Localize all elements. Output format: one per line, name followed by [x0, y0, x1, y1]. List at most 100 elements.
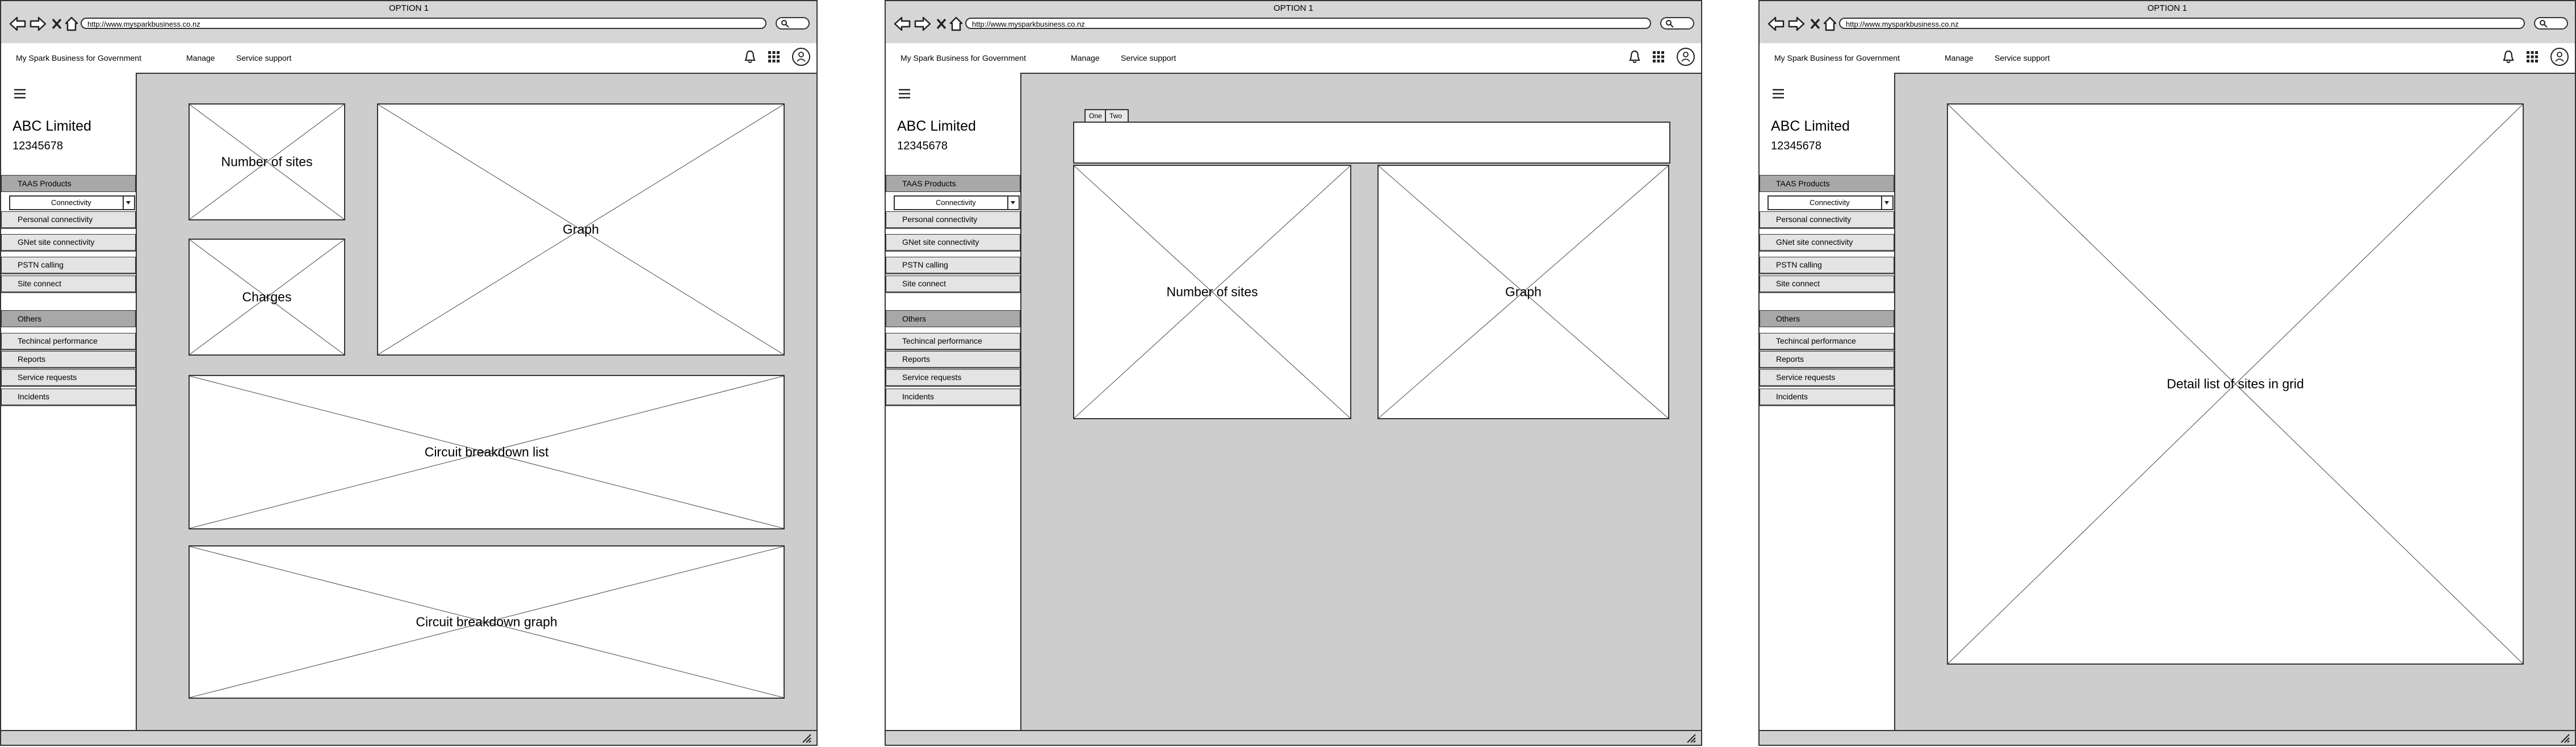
stop-button[interactable] [936, 12, 947, 35]
nav-manage[interactable]: Manage [186, 53, 215, 62]
number-of-sites-placeholder: Number of sites [1073, 165, 1351, 419]
back-arrow-icon [1767, 16, 1785, 31]
sidebar-item-site-connect[interactable]: Site connect [886, 276, 1020, 293]
sidebar-item-site-connect[interactable]: Site connect [1, 276, 136, 293]
notifications-button[interactable] [1628, 49, 1641, 67]
home-button[interactable] [1823, 12, 1837, 35]
resize-grip-icon[interactable] [801, 733, 812, 744]
product-dropdown[interactable]: Connectivity [1767, 195, 1894, 210]
sidebar-item-pstn-calling[interactable]: PSTN calling [1760, 257, 1894, 274]
others-heading: Others [1760, 310, 1894, 327]
sidebar-item-personal-connectivity[interactable]: Personal connectivity [1, 211, 136, 229]
menu-icon [899, 89, 910, 99]
sidebar-item-service-requests[interactable]: Service requests [1, 369, 136, 387]
dropdown-arrow[interactable] [1881, 197, 1892, 209]
url-input[interactable]: http://www.mysparkbusiness.co.nz [81, 18, 766, 29]
placeholder-label: Detail list of sites in grid [2167, 376, 2304, 391]
stop-button[interactable] [51, 12, 62, 35]
sidebar-item-personal-connectivity[interactable]: Personal connectivity [1760, 211, 1894, 229]
home-button[interactable] [949, 12, 963, 35]
sidebar-item-pstn-calling[interactable]: PSTN calling [886, 257, 1020, 274]
brand-link[interactable]: My Spark Business for Government [16, 53, 141, 62]
back-arrow-icon [9, 16, 26, 31]
product-dropdown[interactable]: Connectivity [894, 195, 1020, 210]
nav-manage[interactable]: Manage [1071, 53, 1100, 62]
menu-button[interactable] [1772, 89, 1785, 102]
back-button[interactable] [9, 12, 26, 35]
forward-button[interactable] [914, 12, 931, 35]
sidebar-item-incidents[interactable]: Incidents [1, 389, 136, 406]
home-icon [65, 16, 78, 31]
dropdown-arrow[interactable] [1007, 197, 1019, 209]
sidebar-item-reports[interactable]: Reports [886, 351, 1020, 369]
sidebar-item-service-requests[interactable]: Service requests [1760, 369, 1894, 387]
forward-button[interactable] [30, 12, 47, 35]
brand-link[interactable]: My Spark Business for Government [1774, 53, 1900, 62]
url-input[interactable]: http://www.mysparkbusiness.co.nz [965, 18, 1651, 29]
others-heading: Others [886, 310, 1020, 327]
placeholder-label: Charges [242, 289, 292, 304]
sidebar-item-incidents[interactable]: Incidents [1760, 389, 1894, 406]
resize-grip-icon[interactable] [1685, 733, 1697, 744]
notifications-button[interactable] [744, 49, 756, 67]
back-button[interactable] [894, 12, 911, 35]
dropdown-arrow[interactable] [123, 197, 134, 209]
sidebar-item-gnet-site-connectivity[interactable]: GNet site connectivity [1, 234, 136, 252]
stop-button[interactable] [1810, 12, 1821, 35]
sidebar-item-technical-performance[interactable]: Techincal performance [1760, 333, 1894, 350]
search-button[interactable] [2534, 17, 2568, 30]
forward-button[interactable] [1788, 12, 1805, 35]
home-button[interactable] [65, 12, 78, 35]
sidebar-item-gnet-site-connectivity[interactable]: GNet site connectivity [1760, 234, 1894, 252]
detail-list-of-sites-placeholder: Detail list of sites in grid [1947, 103, 2524, 665]
search-button[interactable] [1660, 17, 1694, 30]
sidebar-item-gnet-site-connectivity[interactable]: GNet site connectivity [886, 234, 1020, 252]
sidebar-item-reports[interactable]: Reports [1, 351, 136, 369]
search-button[interactable] [776, 17, 810, 30]
sidebar-item-personal-connectivity[interactable]: Personal connectivity [886, 211, 1020, 229]
grid-icon [768, 51, 780, 62]
apps-button[interactable] [1652, 51, 1665, 66]
sidebar: ABC Limited 12345678 TAAS Products Conne… [886, 73, 1021, 731]
sidebar-item-technical-performance[interactable]: Techincal performance [886, 333, 1020, 350]
resize-grip-icon[interactable] [2559, 733, 2570, 744]
apps-button[interactable] [2526, 51, 2539, 66]
nav-service-support[interactable]: Service support [236, 53, 291, 62]
notifications-button[interactable] [2502, 49, 2515, 67]
top-navigation: My Spark Business for Government Manage … [1760, 43, 2575, 74]
url-input[interactable]: http://www.mysparkbusiness.co.nz [1839, 18, 2525, 29]
placeholder-label: Circuit breakdown graph [416, 614, 558, 629]
number-of-sites-placeholder: Number of sites [189, 103, 345, 220]
menu-button[interactable] [14, 89, 26, 102]
tab-one[interactable]: One [1084, 109, 1106, 122]
account-number: 12345678 [1771, 140, 1821, 152]
back-button[interactable] [1767, 12, 1785, 35]
nav-manage[interactable]: Manage [1945, 53, 1974, 62]
grid-icon [2527, 51, 2538, 62]
sidebar-item-service-requests[interactable]: Service requests [886, 369, 1020, 387]
header-icons [1628, 47, 1695, 69]
profile-button[interactable] [791, 47, 811, 69]
apps-button[interactable] [768, 51, 780, 66]
company-name: ABC Limited [897, 118, 976, 134]
status-bar [886, 730, 1701, 745]
chevron-down-icon [126, 201, 131, 205]
graph-placeholder: Graph [1377, 165, 1669, 419]
sidebar-item-pstn-calling[interactable]: PSTN calling [1, 257, 136, 274]
nav-service-support[interactable]: Service support [1121, 53, 1176, 62]
brand-link[interactable]: My Spark Business for Government [900, 53, 1026, 62]
menu-button[interactable] [898, 89, 911, 102]
window-title: OPTION 1 [388, 3, 429, 13]
sidebar-item-incidents[interactable]: Incidents [886, 389, 1020, 406]
product-dropdown[interactable]: Connectivity [9, 195, 135, 210]
sidebar-item-site-connect[interactable]: Site connect [1760, 276, 1894, 293]
tab-two[interactable]: Two [1105, 109, 1129, 122]
nav-service-support[interactable]: Service support [1995, 53, 2050, 62]
sidebar: ABC Limited 12345678 TAAS Products Conne… [1760, 73, 1895, 731]
sidebar-item-reports[interactable]: Reports [1760, 351, 1894, 369]
sidebar-item-technical-performance[interactable]: Techincal performance [1, 333, 136, 350]
charges-placeholder: Charges [189, 239, 345, 356]
chevron-down-icon [1884, 201, 1889, 205]
profile-button[interactable] [2550, 47, 2569, 69]
profile-button[interactable] [1676, 47, 1695, 69]
